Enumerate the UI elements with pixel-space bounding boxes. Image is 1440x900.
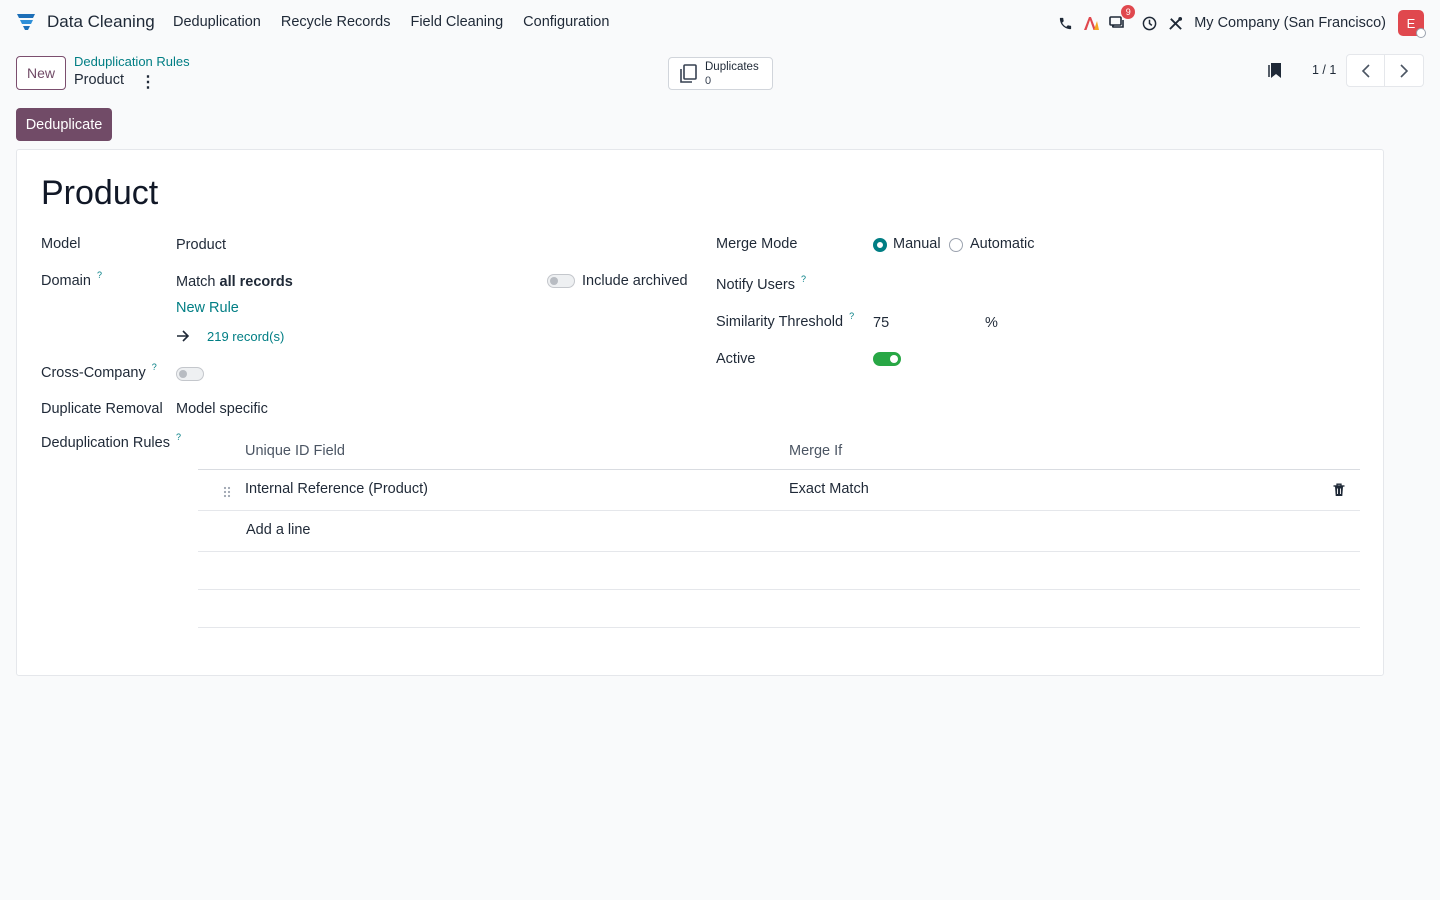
domain-help-icon[interactable]: ? (97, 270, 102, 280)
duplicates-smart-button[interactable]: Duplicates 0 (668, 57, 773, 90)
similarity-threshold-unit: % (985, 315, 998, 331)
breadcrumb-current: Product (74, 72, 124, 88)
deduplication-rules-label-text: Deduplication Rules (41, 435, 170, 451)
copy-icon (680, 64, 697, 83)
record-actions-kebab-icon[interactable]: ⋮ (140, 72, 156, 92)
chevron-right-icon (1400, 63, 1409, 78)
domain-label-text: Domain (41, 273, 91, 289)
table-header: Unique ID Field Merge If (198, 432, 1360, 470)
app-name[interactable]: Data Cleaning (47, 12, 155, 32)
tools-icon[interactable] (1166, 14, 1184, 32)
presence-status-icon (1416, 28, 1426, 38)
deduplication-rules-help-icon[interactable]: ? (176, 432, 181, 442)
menu-deduplication[interactable]: Deduplication (173, 14, 261, 30)
similarity-threshold-label-text: Similarity Threshold (716, 314, 844, 330)
clock-icon[interactable] (1140, 14, 1158, 32)
add-a-line-link[interactable]: Add a line (246, 522, 311, 538)
similarity-threshold-input[interactable]: 75 (873, 315, 889, 331)
merge-mode-automatic-label[interactable]: Automatic (970, 236, 1034, 252)
cross-company-toggle[interactable] (176, 367, 204, 381)
duplicate-removal-value: Model specific (176, 401, 268, 417)
table-row[interactable]: Internal Reference (Product) Exact Match (198, 470, 1360, 511)
include-archived-label[interactable]: Include archived (582, 273, 688, 289)
main-menu: Deduplication Recycle Records Field Clea… (173, 14, 609, 30)
top-navbar: Data Cleaning Deduplication Recycle Reco… (0, 0, 1440, 46)
include-archived-toggle[interactable] (547, 274, 575, 288)
merge-mode-label: Merge Mode (716, 236, 798, 252)
chevron-left-icon (1361, 63, 1370, 78)
phone-icon[interactable] (1056, 14, 1074, 32)
deduplicate-button[interactable]: Deduplicate (16, 108, 112, 141)
record-title[interactable]: Product (41, 174, 158, 213)
duplicates-count: 0 (705, 75, 712, 87)
merge-mode-manual-label[interactable]: Manual (893, 236, 941, 252)
records-count-link[interactable]: 219 record(s) (207, 329, 284, 344)
table-empty-row (198, 552, 1360, 590)
arrow-right-icon (177, 330, 190, 342)
pager-next-button[interactable] (1385, 54, 1424, 87)
domain-match: Match all records (176, 274, 293, 290)
notify-users-label: Notify Users? (716, 274, 806, 293)
menu-field-cleaning[interactable]: Field Cleaning (410, 14, 503, 30)
pager-value[interactable]: 1 / 1 (1312, 63, 1336, 77)
avatar-initial: E (1406, 15, 1416, 31)
deduplication-rules-label: Deduplication Rules? (41, 432, 181, 451)
notify-users-label-text: Notify Users (716, 277, 795, 293)
active-label: Active (716, 351, 756, 367)
column-merge-if[interactable]: Merge If (789, 443, 842, 459)
merge-mode-manual-radio[interactable] (873, 238, 887, 252)
domain-label: Domain? (41, 270, 102, 289)
menu-configuration[interactable]: Configuration (523, 14, 609, 30)
company-switcher[interactable]: My Company (San Francisco) (1194, 15, 1386, 31)
new-button[interactable]: New (16, 56, 66, 90)
messages-icon[interactable]: 9 (1108, 5, 1136, 32)
rule-merge-if-cell[interactable]: Exact Match (789, 481, 869, 497)
cross-company-help-icon[interactable]: ? (152, 362, 157, 372)
drag-handle-icon[interactable] (223, 486, 231, 498)
bookmark-icon[interactable] (1268, 62, 1282, 79)
new-rule-link[interactable]: New Rule (176, 300, 239, 316)
breadcrumb-parent[interactable]: Deduplication Rules (74, 54, 190, 69)
active-toggle[interactable] (873, 352, 901, 366)
rule-field-cell[interactable]: Internal Reference (Product) (245, 481, 428, 497)
model-value: Product (176, 237, 226, 253)
data-cleaning-app-icon[interactable] (16, 13, 36, 31)
add-line-row: Add a line (198, 511, 1360, 552)
messages-badge: 9 (1121, 5, 1136, 19)
notify-users-help-icon[interactable]: ? (801, 274, 806, 284)
pager-buttons (1346, 54, 1424, 87)
deduplication-rules-table: Unique ID Field Merge If Internal Refere… (198, 432, 1360, 628)
pager-previous-button[interactable] (1346, 54, 1385, 87)
similarity-threshold-label: Similarity Threshold? (716, 311, 854, 330)
model-label: Model (41, 236, 81, 252)
merge-mode-automatic-radio[interactable] (949, 238, 963, 252)
cross-company-label: Cross-Company? (41, 362, 157, 381)
trash-icon[interactable] (1333, 483, 1345, 497)
systray: 9 My Company (San Francisco) E (1048, 5, 1426, 38)
form-sheet: Product Model Product Domain? Match all … (16, 149, 1384, 676)
domain-match-scope[interactable]: all records (220, 274, 293, 290)
duplicate-removal-label: Duplicate Removal (41, 401, 163, 417)
ai-icon[interactable] (1082, 14, 1100, 32)
table-empty-row (198, 590, 1360, 628)
duplicates-label: Duplicates (705, 61, 759, 73)
domain-match-prefix: Match (176, 274, 220, 290)
column-unique-id-field[interactable]: Unique ID Field (245, 443, 345, 459)
menu-recycle-records[interactable]: Recycle Records (281, 14, 391, 30)
user-avatar[interactable]: E (1398, 10, 1426, 38)
similarity-threshold-help-icon[interactable]: ? (849, 311, 854, 321)
cross-company-label-text: Cross-Company (41, 365, 146, 381)
